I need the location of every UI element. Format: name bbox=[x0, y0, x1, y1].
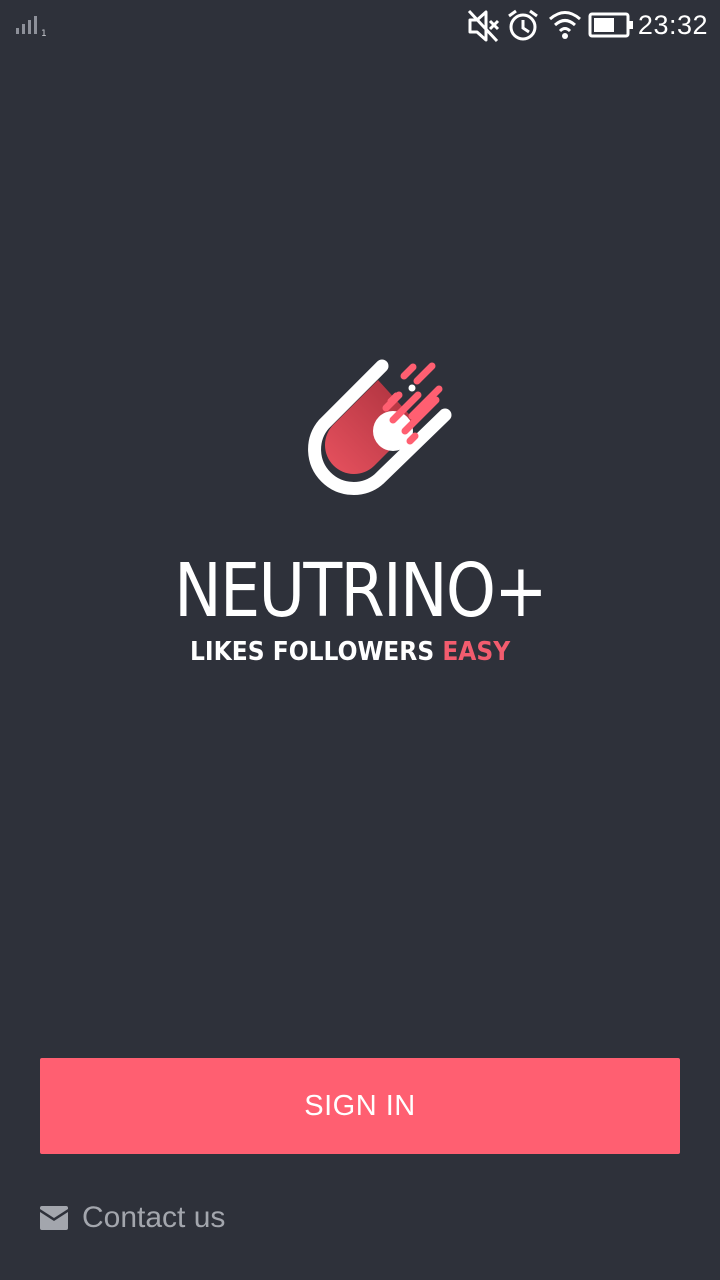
signal-icon: 1 bbox=[16, 14, 50, 43]
mute-icon bbox=[466, 8, 500, 49]
tagline-easy: EASY bbox=[442, 637, 511, 667]
sign-in-button[interactable]: SIGN IN bbox=[40, 1058, 680, 1154]
splash-screen: 1 23:32 NEUTRINO+ LIKES FOLLOWERS EASY S… bbox=[0, 0, 720, 1280]
contact-us-label: Contact us bbox=[82, 1201, 226, 1234]
svg-text:1: 1 bbox=[41, 29, 47, 38]
app-tagline: LIKES FOLLOWERS EASY bbox=[190, 636, 510, 668]
tagline-likes: LIKES bbox=[190, 637, 265, 667]
tagline-followers: FOLLOWERS bbox=[272, 637, 435, 667]
wifi-icon bbox=[548, 8, 582, 45]
app-title: NEUTRINO+ bbox=[174, 548, 548, 634]
contact-us-link[interactable]: Contact us bbox=[40, 1196, 225, 1240]
status-time: 23:32 bbox=[637, 10, 708, 40]
battery-icon bbox=[588, 12, 634, 43]
alarm-icon bbox=[506, 8, 540, 49]
app-logo-icon bbox=[296, 352, 460, 516]
mail-icon bbox=[40, 1206, 68, 1230]
status-bar: 1 23:32 bbox=[0, 0, 720, 52]
